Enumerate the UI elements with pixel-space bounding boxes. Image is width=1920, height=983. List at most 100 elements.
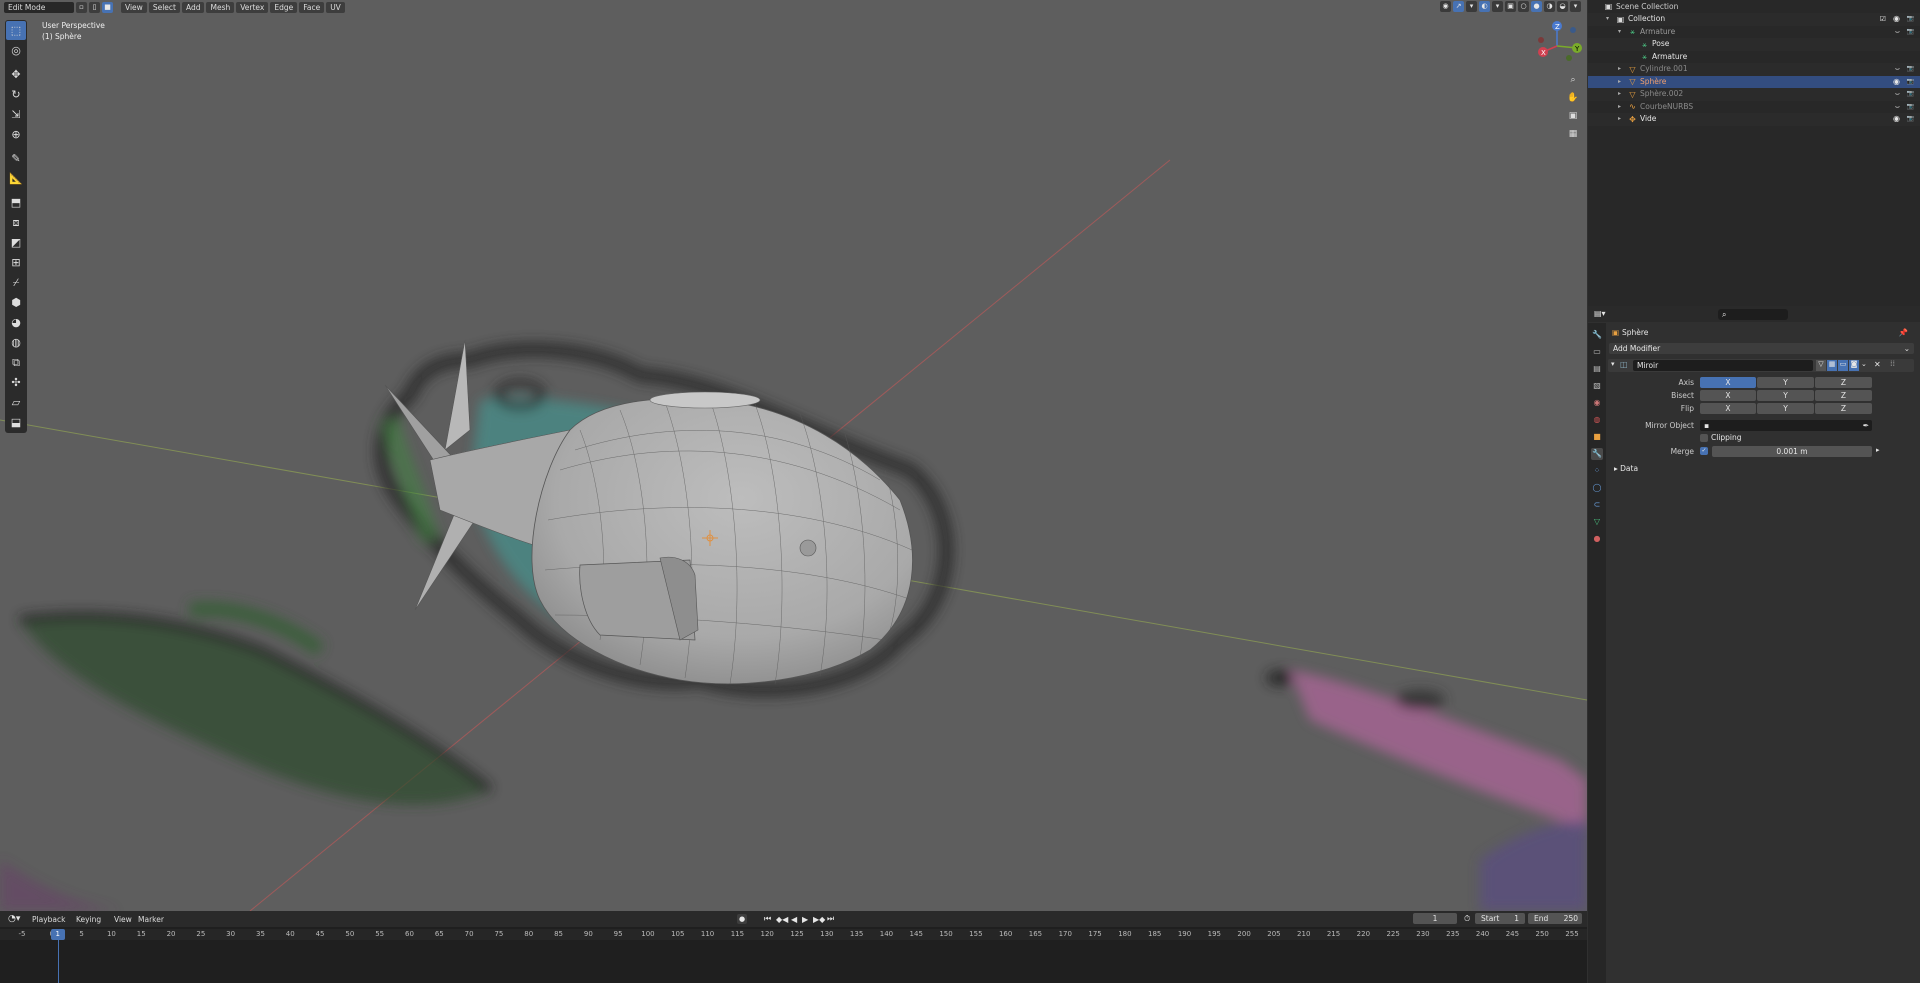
ortho-toggle-icon[interactable]: ▦ xyxy=(1565,126,1581,142)
rotate-icon[interactable]: ↻ xyxy=(6,85,26,104)
edge-slide-icon[interactable]: ⧉ xyxy=(6,353,26,372)
editmode-cage-icon[interactable]: ▽ xyxy=(1816,360,1826,371)
zoom-icon[interactable]: ⌕ xyxy=(1565,72,1581,88)
timeline-editor-icon[interactable]: ◔▾ xyxy=(8,914,20,924)
axis-z-toggle[interactable]: Z xyxy=(1815,377,1872,388)
outliner-row[interactable]: ▸ ▽ Sphère ◉ 📷 xyxy=(1588,75,1920,89)
disclosure-arrow-icon[interactable]: ▸ xyxy=(1618,101,1621,114)
camera-icon[interactable]: 📷 xyxy=(1907,13,1914,26)
outliner-row[interactable]: ▣ Scene Collection xyxy=(1588,1,1920,14)
outliner-row[interactable]: ▸ ▽ Cylindre.001 ⌣ 📷 xyxy=(1588,63,1920,76)
measure-icon[interactable]: 📐 xyxy=(6,169,26,188)
3d-viewport[interactable]: Edit Mode ▫ ▯ ■ View Select Add Mesh Ver… xyxy=(0,0,1587,911)
outliner-row[interactable]: ⚹ Armature xyxy=(1588,51,1920,64)
menu-uv[interactable]: UV xyxy=(326,1,345,13)
flip-z-toggle[interactable]: Z xyxy=(1815,403,1872,414)
wireframe-shading-icon[interactable]: ○ xyxy=(1518,1,1529,12)
disclosure-arrow-icon[interactable]: ▸ xyxy=(1618,113,1621,126)
xray-icon[interactable]: ▣ xyxy=(1505,1,1516,12)
camera-view-icon[interactable]: ▣ xyxy=(1565,108,1581,124)
menu-mesh[interactable]: Mesh xyxy=(206,1,235,13)
particles-tab-icon[interactable]: ⁘ xyxy=(1591,465,1603,477)
eye-icon[interactable]: ⌣ xyxy=(1895,88,1900,101)
world-tab-icon[interactable]: ◍ xyxy=(1591,414,1603,426)
end-frame-field[interactable]: End 250 xyxy=(1528,913,1582,924)
disclosure-arrow-icon[interactable]: ▸ xyxy=(1618,76,1621,89)
material-tab-icon[interactable]: ● xyxy=(1591,533,1603,545)
pin-icon[interactable]: 📌 xyxy=(1899,327,1908,338)
menu-vertex[interactable]: Vertex xyxy=(236,1,269,13)
start-frame-field[interactable]: Start 1 xyxy=(1475,913,1525,924)
outliner-row[interactable]: ▸ ∿ CourbeNURBS ⌣ 📷 xyxy=(1588,101,1920,114)
timeline-ruler[interactable]: -505101520253035404550556065707580859095… xyxy=(0,929,1587,940)
outliner-row[interactable]: ▸ ✥ Vide ◉ 📷 xyxy=(1588,113,1920,126)
edge-select-icon[interactable]: ▯ xyxy=(89,1,100,13)
render-tab-icon[interactable]: ▭ xyxy=(1591,346,1603,358)
mode-selector[interactable]: Edit Mode xyxy=(4,1,74,13)
eye-icon[interactable]: ⌣ xyxy=(1895,101,1900,114)
axis-gizmo[interactable]: Z Y X xyxy=(1535,18,1585,68)
move-icon[interactable]: ✥ xyxy=(6,65,26,84)
rendered-shading-icon[interactable]: ◒ xyxy=(1557,1,1568,12)
merge-checkbox[interactable]: ✓ xyxy=(1700,447,1708,455)
material-shading-icon[interactable]: ◑ xyxy=(1544,1,1555,12)
editmode-toggle-icon[interactable]: ▦ xyxy=(1827,360,1837,371)
visibility-icon[interactable]: ◉ xyxy=(1440,1,1451,12)
menu-edge[interactable]: Edge xyxy=(270,1,298,13)
outliner-row[interactable]: ▸ ▽ Sphère.002 ⌣ 📷 xyxy=(1588,88,1920,101)
shrink-icon[interactable]: ✣ xyxy=(6,373,26,392)
add-modifier-dropdown[interactable]: Add Modifier ⌄ xyxy=(1609,343,1914,354)
exclude-checkbox[interactable]: ☑ xyxy=(1880,13,1886,26)
jump-start-button[interactable]: ⏮ xyxy=(764,914,771,924)
menu-marker[interactable]: Marker xyxy=(134,914,168,925)
rip-icon[interactable]: ⬓ xyxy=(6,413,26,432)
extrude-icon[interactable]: ⬒ xyxy=(6,193,26,212)
overlay-toggle-icon[interactable]: ◐ xyxy=(1479,1,1490,12)
face-select-icon[interactable]: ■ xyxy=(102,1,113,13)
loop-cut-icon[interactable]: ⊞ xyxy=(6,253,26,272)
axis-y-toggle[interactable]: Y xyxy=(1757,377,1814,388)
solid-shading-icon[interactable]: ● xyxy=(1531,1,1542,12)
disclosure-arrow-icon[interactable]: ▾ xyxy=(1618,26,1621,39)
flip-x-toggle[interactable]: X xyxy=(1700,403,1756,414)
data-subpanel[interactable]: ▸ Data xyxy=(1614,463,1638,474)
gizmo-dropdown-icon[interactable]: ▾ xyxy=(1466,1,1477,12)
camera-icon[interactable]: 📷 xyxy=(1907,26,1914,39)
data-tab-icon[interactable]: ▽ xyxy=(1591,516,1603,528)
record-button[interactable]: ● xyxy=(737,914,747,924)
current-frame-indicator[interactable]: 1 xyxy=(50,929,65,940)
menu-face[interactable]: Face xyxy=(299,1,325,13)
tool-tab-icon[interactable]: 🔧 xyxy=(1591,329,1603,341)
jump-end-button[interactable]: ⏭ xyxy=(827,914,834,924)
play-reverse-button[interactable]: ◀ xyxy=(791,915,797,924)
shear-icon[interactable]: ▱ xyxy=(6,393,26,412)
scale-icon[interactable]: ⇲ xyxy=(6,105,26,124)
select-box-icon[interactable]: ⬚ xyxy=(6,21,26,40)
camera-icon[interactable]: 📷 xyxy=(1907,76,1914,89)
pan-hand-icon[interactable]: ✋ xyxy=(1565,90,1581,106)
camera-icon[interactable]: 📷 xyxy=(1907,113,1914,126)
menu-playback[interactable]: Playback xyxy=(28,914,69,925)
eye-icon[interactable]: ◉ xyxy=(1893,113,1900,126)
render-toggle-icon[interactable]: ◙ xyxy=(1849,360,1859,371)
play-button[interactable]: ▶ xyxy=(802,915,808,924)
camera-icon[interactable]: 📷 xyxy=(1907,88,1914,101)
eye-icon[interactable]: ⌣ xyxy=(1895,63,1900,76)
bisect-y-toggle[interactable]: Y xyxy=(1757,390,1814,401)
modifier-tab-icon[interactable]: 🔧 xyxy=(1591,448,1603,460)
annotate-icon[interactable]: ✎ xyxy=(6,149,26,168)
overlay-dropdown-icon[interactable]: ▾ xyxy=(1492,1,1503,12)
menu-view-timeline[interactable]: View xyxy=(110,914,136,925)
inset-icon[interactable]: ⧈ xyxy=(6,213,26,232)
poly-build-icon[interactable]: ⬢ xyxy=(6,293,26,312)
merge-distance-field[interactable]: 0.001 m xyxy=(1712,446,1872,457)
vertex-select-icon[interactable]: ▫ xyxy=(76,1,87,13)
close-icon[interactable]: ✕ xyxy=(1874,360,1881,369)
disclosure-arrow-icon[interactable]: ▾ xyxy=(1606,13,1609,26)
disclosure-arrow-icon[interactable]: ▸ xyxy=(1618,88,1621,101)
shading-dropdown-icon[interactable]: ▾ xyxy=(1570,1,1581,12)
timeline[interactable]: ◔▾ Playback Keying View Marker ● ⏮ ◆◀ ◀ … xyxy=(0,911,1587,983)
menu-keying[interactable]: Keying xyxy=(72,914,105,925)
spin-icon[interactable]: ◕ xyxy=(6,313,26,332)
keyframe-dot-icon[interactable]: ▸ xyxy=(1876,446,1880,454)
